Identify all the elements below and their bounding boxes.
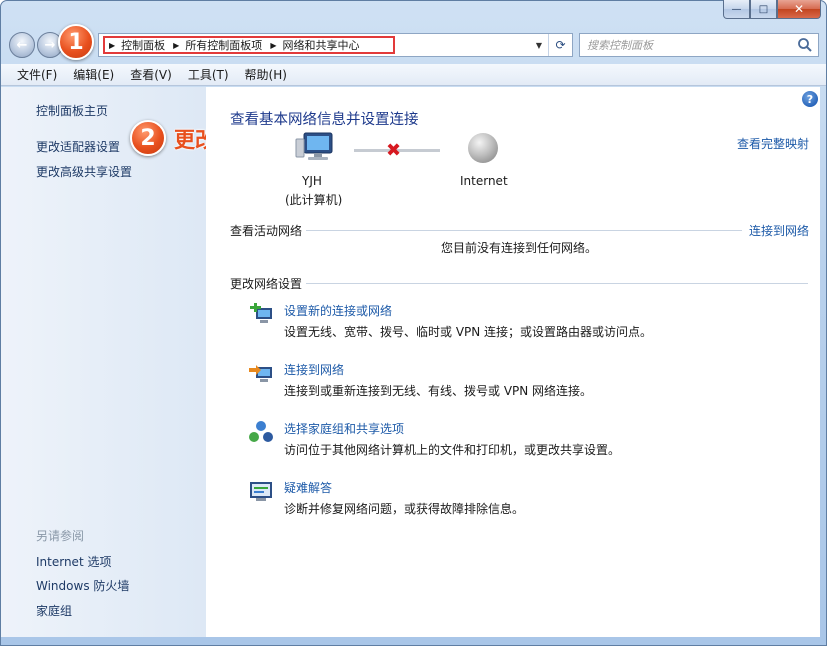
- change-settings-heading: 更改网络设置: [230, 277, 303, 291]
- connect-network-icon: [249, 365, 272, 382]
- computer-icon[interactable]: [294, 129, 336, 165]
- menu-help[interactable]: 帮助(H): [237, 66, 295, 83]
- search-placeholder: 搜索控制面板: [587, 39, 653, 52]
- computer-name: YJH: [302, 174, 322, 188]
- task-homegroup-desc: 访问位于其他网络计算机上的文件和打印机，或更改共享设置。: [284, 443, 621, 457]
- homegroup-icon: [249, 421, 273, 442]
- main-content: ? 查看基本网络信息并设置连接 查看完整映射 ✖ YJH (此计算机) Inte…: [206, 87, 820, 637]
- task-troubleshoot-desc: 诊断并修复网络问题，或获得故障排除信息。: [284, 502, 525, 516]
- close-button[interactable]: ✕: [777, 0, 821, 19]
- sidebar-item-windows-firewall[interactable]: Windows 防火墙: [36, 577, 129, 594]
- sidebar-item-change-adapter[interactable]: 更改适配器设置: [36, 138, 120, 155]
- help-icon[interactable]: ?: [802, 91, 818, 107]
- back-button[interactable]: ←: [9, 32, 35, 58]
- task-new-connection-desc: 设置无线、宽带、拨号、临时或 VPN 连接；或设置路由器或访问点。: [284, 325, 653, 339]
- view-full-map-link[interactable]: 查看完整映射: [737, 135, 809, 152]
- sidebar: 控制面板主页 更改适配器设置 更改高级共享设置 另请参阅 Internet 选项…: [1, 87, 206, 637]
- task-new-connection: 设置新的连接或网络 设置无线、宽带、拨号、临时或 VPN 连接；或设置路由器或访…: [246, 302, 806, 346]
- page-title: 查看基本网络信息并设置连接: [230, 112, 419, 128]
- breadcrumb-all-items[interactable]: 所有控制面板项: [185, 37, 262, 53]
- menu-view[interactable]: 查看(V): [122, 66, 180, 83]
- address-bar[interactable]: ▶ 控制面板 ▶ 所有控制面板项 ▶ 网络和共享中心 ▼ ⟳: [98, 33, 573, 57]
- computer-sub-label: (此计算机): [285, 193, 343, 207]
- menu-edit[interactable]: 编辑(E): [65, 66, 122, 83]
- task-connect-network: 连接到网络 连接到或重新连接到无线、有线、拨号或 VPN 网络连接。: [246, 361, 806, 405]
- task-new-connection-link[interactable]: 设置新的连接或网络: [284, 302, 392, 319]
- search-icon[interactable]: [797, 37, 813, 53]
- connect-to-network-link[interactable]: 连接到网络: [749, 222, 809, 239]
- task-connect-network-desc: 连接到或重新连接到无线、有线、拨号或 VPN 网络连接。: [284, 384, 593, 398]
- minimize-button[interactable]: —: [723, 0, 750, 19]
- menu-tools[interactable]: 工具(T): [180, 66, 237, 83]
- section-divider: [306, 230, 742, 231]
- internet-globe-icon[interactable]: [468, 133, 498, 163]
- sidebar-item-advanced-sharing[interactable]: 更改高级共享设置: [36, 163, 132, 180]
- task-connect-network-link[interactable]: 连接到网络: [284, 361, 344, 378]
- search-input[interactable]: 搜索控制面板: [579, 33, 819, 57]
- breadcrumb-control-panel[interactable]: 控制面板: [121, 37, 165, 53]
- new-connection-icon: [250, 303, 272, 323]
- annotation-step-1: 1: [58, 24, 94, 60]
- refresh-icon[interactable]: ⟳: [548, 34, 572, 56]
- disconnected-x-icon[interactable]: ✖: [386, 140, 401, 161]
- breadcrumb-separator-icon: ▶: [270, 40, 277, 50]
- no-connection-status: 您目前没有连接到任何网络。: [441, 241, 598, 255]
- task-troubleshoot: 疑难解答 诊断并修复网络问题，或获得故障排除信息。: [246, 479, 806, 523]
- breadcrumb-separator-icon: ▶: [109, 40, 116, 50]
- breadcrumb: ▶ 控制面板 ▶ 所有控制面板项 ▶ 网络和共享中心: [103, 36, 395, 54]
- troubleshoot-icon: [250, 482, 272, 501]
- see-also-heading: 另请参阅: [36, 529, 85, 543]
- back-arrow-icon: ←: [16, 37, 28, 53]
- sidebar-item-control-panel-home[interactable]: 控制面板主页: [36, 102, 108, 119]
- forward-arrow-icon: →: [44, 37, 56, 53]
- navigation-bar: ← → ▶ 控制面板 ▶ 所有控制面板项 ▶ 网络和共享中心 ▼ ⟳ 搜索控制面…: [0, 28, 827, 62]
- task-troubleshoot-link[interactable]: 疑难解答: [284, 479, 332, 496]
- task-homegroup-link[interactable]: 选择家庭组和共享选项: [284, 420, 404, 437]
- menu-file[interactable]: 文件(F): [9, 66, 65, 83]
- task-homegroup: 选择家庭组和共享选项 访问位于其他网络计算机上的文件和打印机，或更改共享设置。: [246, 420, 806, 464]
- breadcrumb-separator-icon: ▶: [173, 40, 180, 50]
- active-networks-heading: 查看活动网络: [230, 224, 303, 238]
- internet-label: Internet: [460, 174, 508, 188]
- breadcrumb-network-center[interactable]: 网络和共享中心: [282, 37, 359, 53]
- sidebar-item-internet-options[interactable]: Internet 选项: [36, 553, 111, 570]
- sidebar-item-homegroup[interactable]: 家庭组: [36, 602, 72, 619]
- address-dropdown-icon[interactable]: ▼: [530, 34, 548, 56]
- maximize-button[interactable]: □: [750, 0, 777, 19]
- annotation-step-2: 2: [130, 120, 166, 156]
- menu-bar: 文件(F) 编辑(E) 查看(V) 工具(T) 帮助(H): [1, 64, 826, 86]
- section-divider: [306, 283, 808, 284]
- caption-buttons: — □ ✕: [723, 0, 821, 19]
